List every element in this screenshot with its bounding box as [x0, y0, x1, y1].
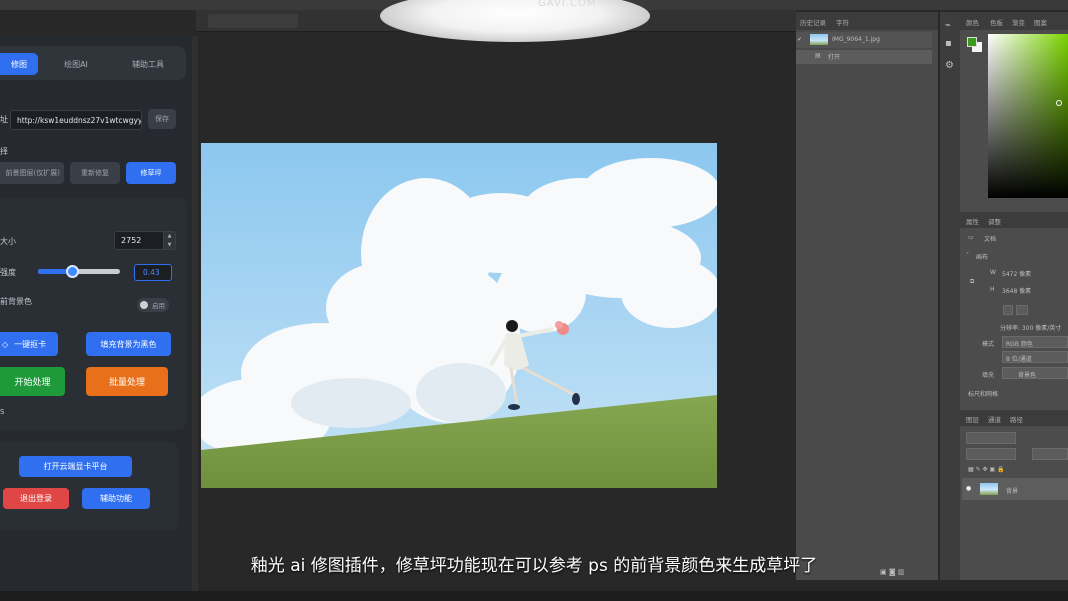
orientation-landscape-icon[interactable] — [1016, 305, 1028, 315]
strength-input[interactable]: 0.43 — [134, 264, 172, 281]
logout-button[interactable]: 退出登录 — [3, 488, 69, 509]
color-picker-cursor[interactable] — [1056, 100, 1062, 106]
layer-thumbnail — [980, 483, 998, 495]
one-click-matting-button[interactable]: ◇ 一键抠卡 — [0, 332, 58, 356]
fill-bg-black-button[interactable]: 填充背景为黑色 — [86, 332, 171, 356]
tab-character[interactable]: 字符 — [836, 17, 849, 27]
tab-color[interactable]: 颜色 — [966, 17, 979, 27]
color-mode-value: RGB 颜色 — [1006, 341, 1033, 348]
save-button[interactable]: 保存 — [148, 109, 176, 129]
canvas-section-label: 画布 — [976, 254, 989, 261]
photo-scene — [201, 143, 717, 488]
canvas-image[interactable] — [201, 143, 717, 488]
resolution-text: 分辨率: 300 像素/英寸 — [1000, 325, 1062, 332]
document-tab[interactable] — [208, 14, 298, 28]
assist-button[interactable]: 辅助功能 — [82, 488, 150, 509]
tab-properties[interactable]: 属性 — [966, 216, 979, 226]
tab-layers[interactable]: 图层 — [966, 414, 979, 424]
foreground-color-swatch[interactable] — [967, 37, 977, 47]
stray-char: S — [0, 408, 5, 416]
tab-draw-ai[interactable]: 绘图AI — [52, 53, 100, 75]
strength-label: 强度 — [0, 268, 16, 277]
height-value[interactable]: 3648 像素 — [1002, 286, 1031, 295]
check-icon: ✓ — [797, 36, 803, 43]
width-label: W — [990, 269, 996, 276]
stepper-up-icon[interactable]: ▲ — [168, 233, 172, 239]
watermark-cloud: GAVI.COM — [380, 0, 650, 42]
rulers-grid-label[interactable]: 标尺和网格 — [968, 389, 998, 398]
strength-slider-thumb[interactable] — [66, 265, 79, 278]
snapshot-thumbnail — [810, 34, 828, 45]
size-input[interactable]: 2752 — [114, 231, 164, 250]
history-icon[interactable]: ⌁ — [945, 20, 951, 31]
fill-label: 填充 — [982, 372, 995, 379]
doc-icon: ▤ — [815, 52, 821, 59]
layer-name: 背景 — [1006, 488, 1019, 495]
gem-icon: ◇ — [2, 339, 9, 349]
panel-icon-strip — [940, 12, 960, 580]
tab-history[interactable]: 历史记录 — [800, 17, 826, 27]
fg-color-toggle[interactable]: 启用 — [137, 298, 169, 312]
settings-icon[interactable]: ⚙ — [945, 60, 954, 71]
orientation-portrait-icon[interactable] — [1003, 305, 1013, 315]
fill-value: 背景色 — [1018, 372, 1037, 379]
one-click-label: 一键抠卡 — [14, 339, 47, 349]
watermark-text: GAVI.COM — [538, 0, 597, 9]
height-label: H — [990, 286, 995, 293]
width-value[interactable]: 5472 像素 — [1002, 269, 1031, 278]
document-icon: ▭ — [968, 234, 974, 241]
snapshot-name: IMG_9064_1.jpg — [832, 36, 880, 43]
blend-mode-select[interactable] — [966, 448, 1016, 460]
start-process-button[interactable]: 开始处理 — [0, 367, 65, 396]
toggle-knob — [140, 301, 148, 309]
tab-retouch[interactable]: 修图 — [0, 53, 38, 75]
size-label: 大小 — [0, 237, 16, 246]
size-stepper[interactable]: ▲ ▼ — [163, 231, 176, 250]
mode-fg-layer-button[interactable]: 前景图层(仅扩展) — [0, 162, 64, 184]
mode-lawn-button[interactable]: 修草坪 — [126, 162, 176, 184]
mode-rerepair-button[interactable]: 重新修复 — [70, 162, 120, 184]
status-bar — [0, 591, 1068, 601]
comment-icon[interactable]: ▪ — [945, 38, 952, 49]
open-cloud-gpu-button[interactable]: 打开云端显卡平台 — [19, 456, 132, 477]
document-label: 文档 — [984, 236, 997, 243]
panel-divider — [192, 36, 198, 591]
tab-adjustments[interactable]: 调整 — [988, 216, 1001, 226]
color-mode-label: 模式 — [982, 341, 995, 348]
visibility-eye-icon[interactable]: ● — [966, 485, 971, 492]
canvas-collapse-icon[interactable]: ˅ — [966, 252, 969, 259]
fg-color-label: 前背景色 — [0, 297, 32, 306]
bit-depth-value: 8 位/通道 — [1006, 356, 1032, 363]
tab-tools[interactable]: 辅助工具 — [122, 53, 174, 75]
mode-label: 择 — [0, 147, 8, 156]
url-input[interactable]: http://ksw1euddnsz27v1wtcwgyy — [10, 110, 142, 130]
link-icon[interactable]: ⧉ — [970, 278, 974, 286]
history-panel — [796, 12, 938, 580]
tab-gradient[interactable]: 渐变 — [1012, 17, 1025, 27]
history-open-label: 打开 — [828, 54, 841, 61]
color-picker-field[interactable] — [988, 34, 1068, 198]
video-subtitle: 釉光 ai 修图插件，修草坪功能现在可以参考 ps 的前背景颜色来生成草坪了 — [250, 556, 818, 576]
tab-paths[interactable]: 路径 — [1010, 414, 1023, 424]
url-label: 址 — [0, 115, 8, 124]
tab-pattern[interactable]: 图案 — [1034, 17, 1047, 27]
tab-channels[interactable]: 通道 — [988, 414, 1001, 424]
layer-filter-select[interactable] — [966, 432, 1016, 444]
opacity-input[interactable] — [1032, 448, 1068, 460]
lock-icons[interactable]: ▦ ✎ ✥ ▣ 🔒 — [968, 466, 1005, 473]
batch-process-button[interactable]: 批量处理 — [86, 367, 168, 396]
tab-swatches[interactable]: 色板 — [990, 17, 1003, 27]
toggle-label: 启用 — [152, 302, 165, 310]
stepper-down-icon[interactable]: ▼ — [168, 242, 172, 248]
